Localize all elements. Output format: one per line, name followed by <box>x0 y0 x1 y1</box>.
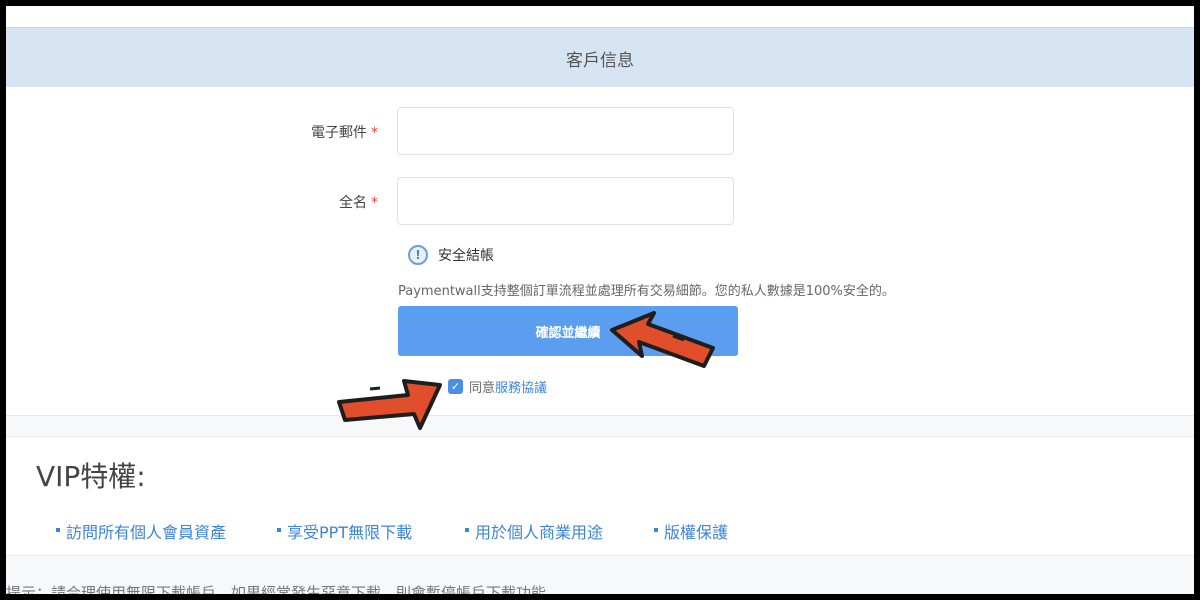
bullet-icon <box>277 527 281 532</box>
fullname-field[interactable] <box>397 177 734 225</box>
agreement-prefix: 同意 <box>469 381 496 396</box>
service-agreement-link[interactable]: 服務協議 <box>495 377 547 396</box>
tip-text: 提示：請合理使用無限下載帳戶。如果經常發生惡意下載，則會暫停帳戶下載功能。 <box>6 584 562 594</box>
vip-item-label: 訪問所有個人會員資產 <box>66 523 227 542</box>
form-panel: 電子郵件 * 全名 * ! 安全結帳 Paymentwall支持整個訂單流程並處理所… <box>6 87 1194 416</box>
vip-item-label: 用於個人商業用途 <box>475 523 604 542</box>
confirm-continue-button[interactable]: 確認並繼續 <box>398 306 738 356</box>
bullet-icon <box>654 527 658 532</box>
vip-panel: VIP特權: 訪問所有個人會員資產 享受PPT無限下載 用於個人商業用途 版權保… <box>6 436 1194 556</box>
secure-checkout-row: ! 安全結帳 <box>408 245 494 265</box>
required-mark: * <box>371 125 378 141</box>
info-icon: ! <box>408 245 428 265</box>
vip-item-label: 版權保護 <box>664 523 729 542</box>
email-field[interactable] <box>397 107 734 155</box>
bullet-icon <box>465 527 469 532</box>
vip-title: VIP特權: <box>36 460 146 493</box>
secure-description: Paymentwall支持整個訂單流程並處理所有交易細節。您的私人數據是100%… <box>398 284 895 299</box>
required-mark: * <box>371 195 378 211</box>
page-frame: 客戶信息 電子郵件 * 全名 * ! 安全結帳 Paymentwall支持整個訂單流… <box>6 6 1194 594</box>
confirm-button-label: 確認並繼續 <box>535 324 601 340</box>
header-title: 客戶信息 <box>566 50 634 71</box>
agreement-row: ✓ 同意 服務協議 <box>448 377 547 396</box>
email-label-text: 電子郵件 <box>311 125 367 141</box>
vip-item: 用於個人商業用途 <box>465 519 603 543</box>
vip-item: 享受PPT無限下載 <box>277 519 412 543</box>
fullname-label: 全名 * <box>178 192 378 212</box>
agreement-checkbox[interactable]: ✓ <box>448 379 463 394</box>
fullname-label-text: 全名 <box>339 195 367 211</box>
top-strip <box>6 6 1194 27</box>
customer-info-header: 客戶信息 <box>6 27 1194 88</box>
bullet-icon <box>56 527 60 532</box>
secure-checkout-title: 安全結帳 <box>438 248 494 264</box>
vip-item: 版權保護 <box>654 519 728 543</box>
vip-item-label: 享受PPT無限下載 <box>287 523 413 542</box>
email-label: 電子郵件 * <box>178 122 378 142</box>
vip-item: 訪問所有個人會員資產 <box>56 519 226 543</box>
